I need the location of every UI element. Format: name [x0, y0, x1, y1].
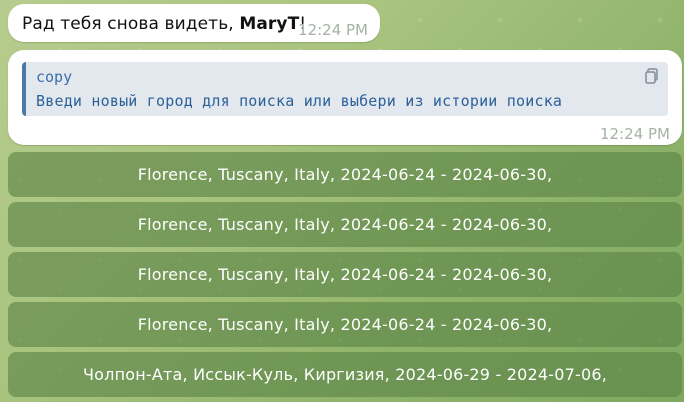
message-time: 12:24 PM [600, 125, 670, 143]
code-text[interactable]: Введи новый город для поиска или выбери … [36, 92, 562, 110]
greeting-message: Рад тебя снова видеть, MaryT! 12:24 PM [8, 4, 380, 42]
greeting-username: MaryT [239, 14, 300, 34]
message-time: 12:24 PM [298, 21, 368, 39]
keyboard-button-history-5[interactable]: Чолпон-Ата, Иссык-Куль, Киргизия, 2024-0… [8, 352, 682, 397]
greeting-prefix: Рад тебя снова видеть, [22, 14, 240, 34]
keyboard-button-history-3[interactable]: Florence, Tuscany, Italy, 2024-06-24 - 2… [8, 252, 682, 297]
code-block[interactable]: copy Введи новый город для поиска или вы… [22, 62, 668, 116]
code-language-label: copy [36, 68, 73, 86]
copy-icon[interactable] [644, 68, 660, 84]
keyboard-button-history-4[interactable]: Florence, Tuscany, Italy, 2024-06-24 - 2… [8, 302, 682, 347]
keyboard-button-history-2[interactable]: Florence, Tuscany, Italy, 2024-06-24 - 2… [8, 202, 682, 247]
keyboard-button-history-1[interactable]: Florence, Tuscany, Italy, 2024-06-24 - 2… [8, 152, 682, 197]
bot-message: copy Введи новый город для поиска или вы… [8, 50, 682, 145]
greeting-text: Рад тебя снова видеть, MaryT! [22, 14, 306, 34]
